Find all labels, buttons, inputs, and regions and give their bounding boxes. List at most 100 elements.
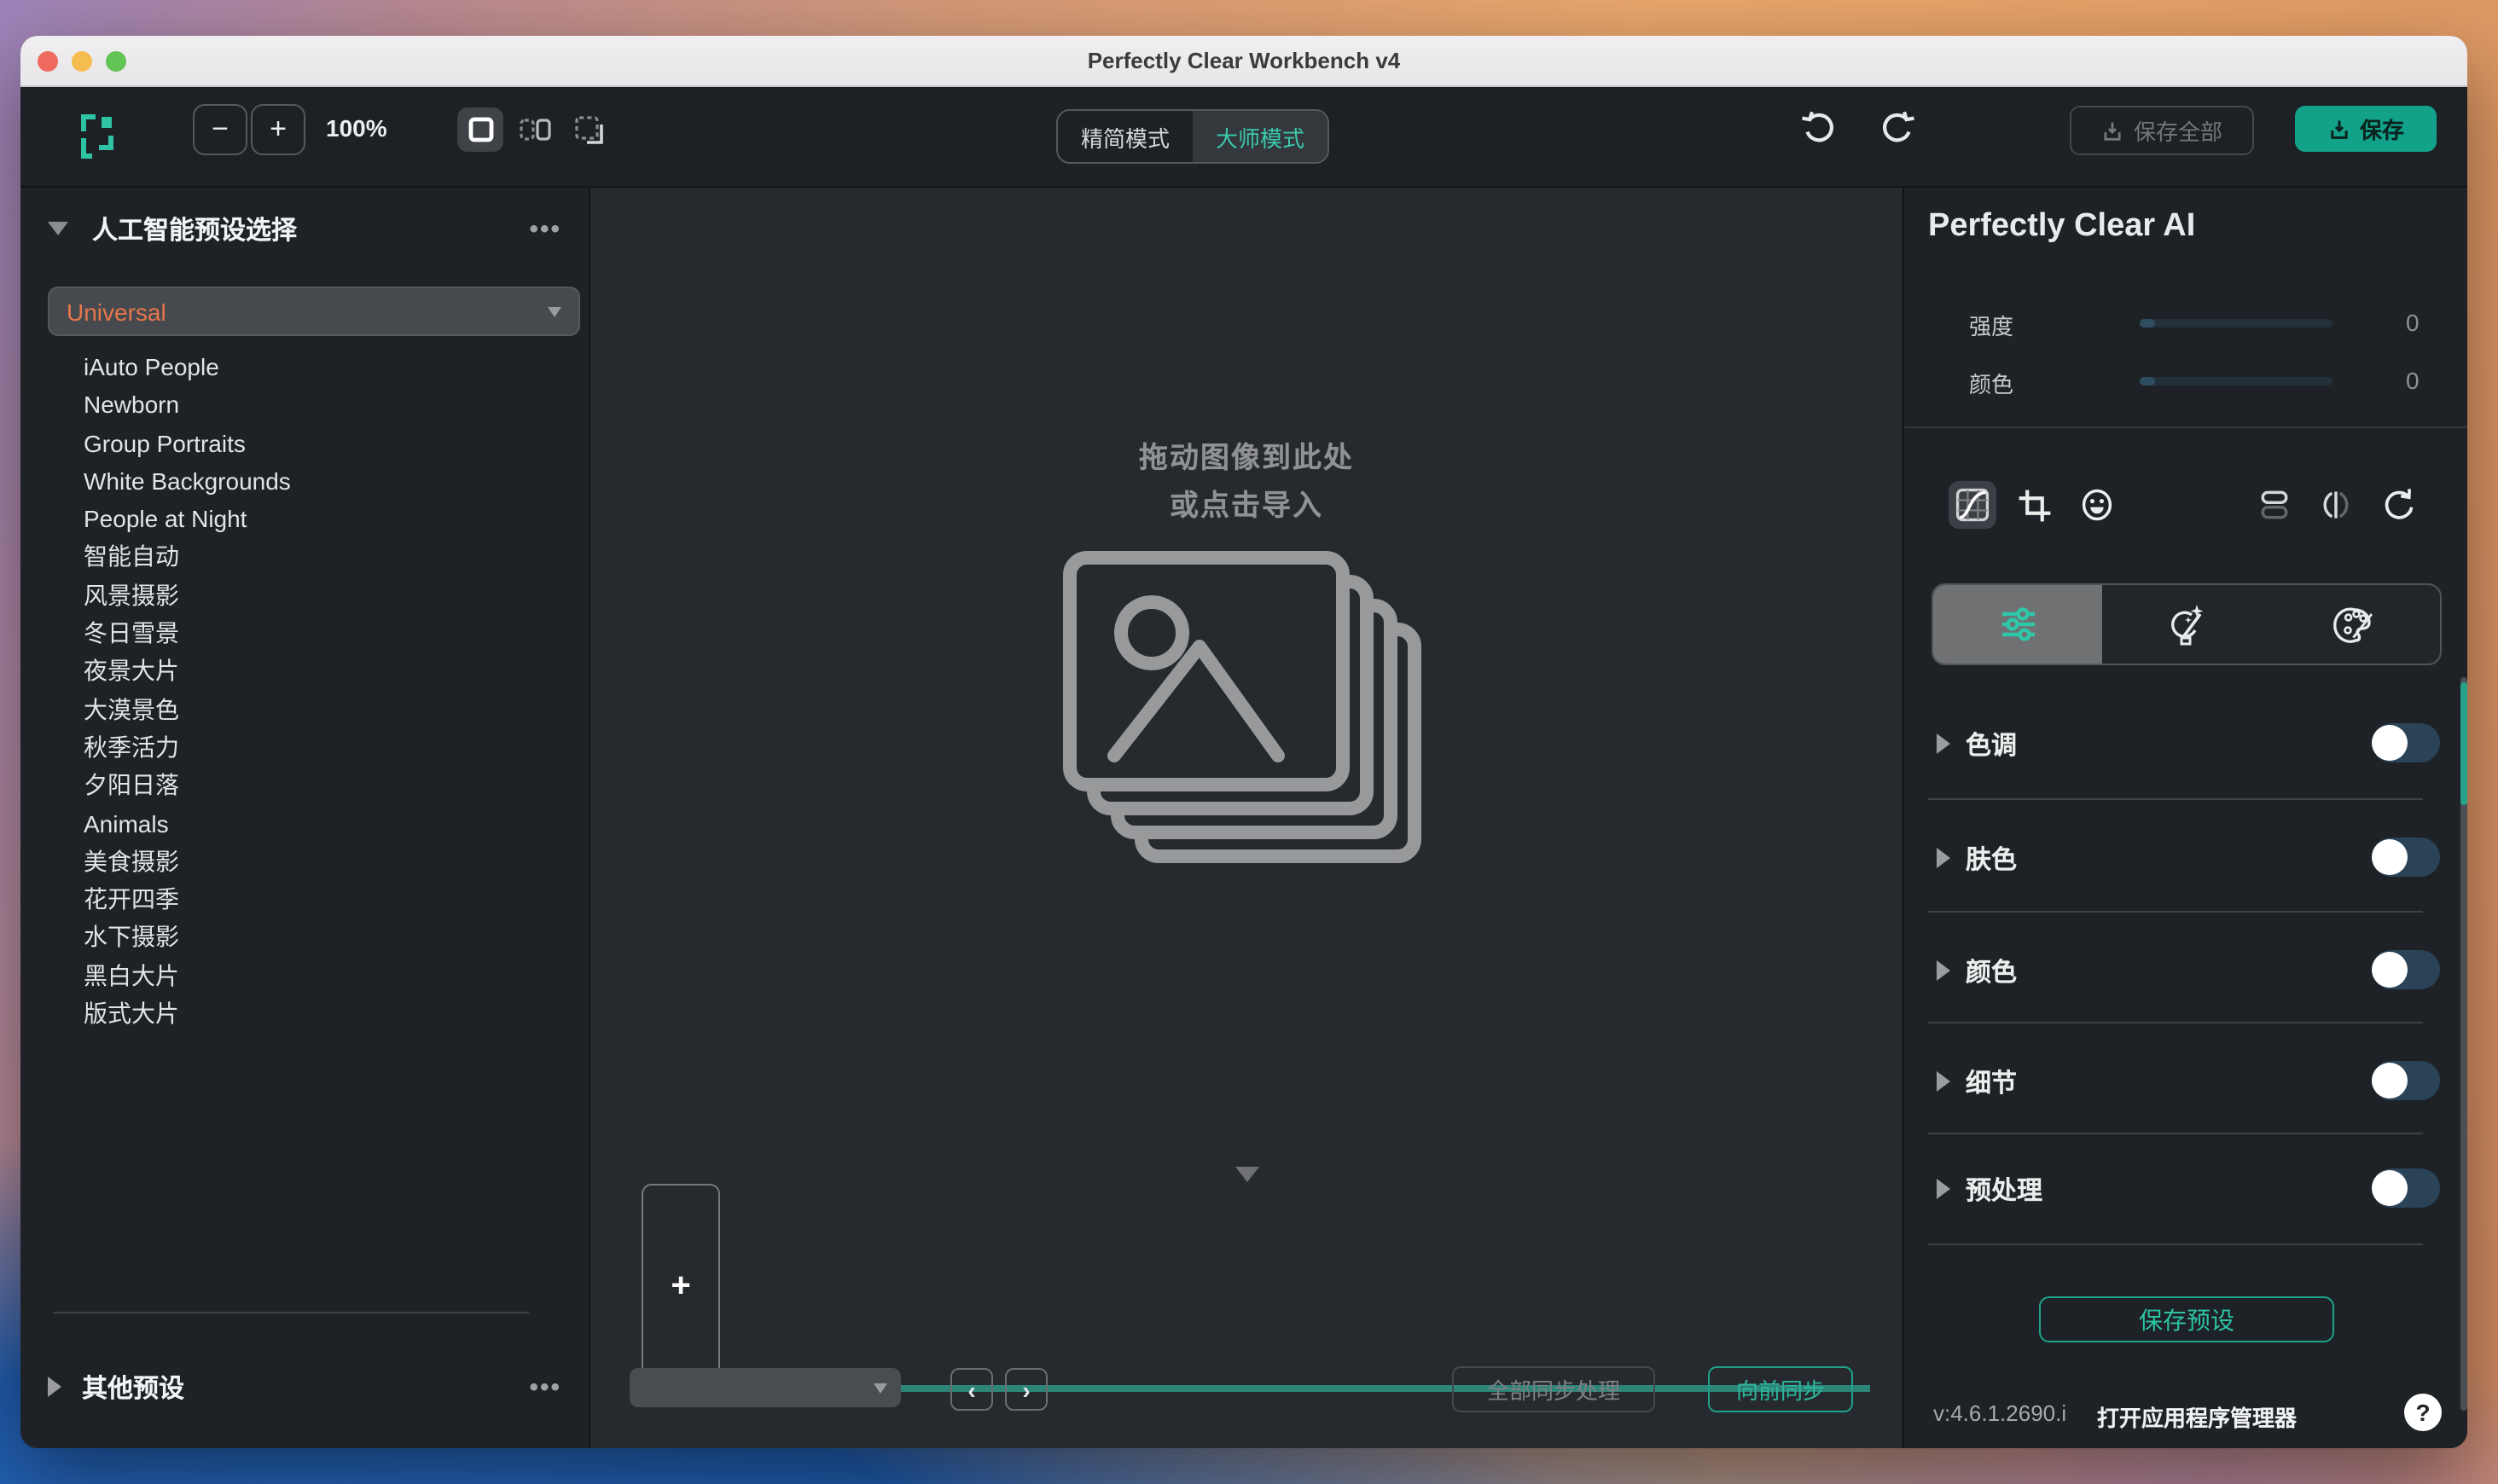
preset-item[interactable]: Group Portraits <box>20 424 589 462</box>
image-canvas-dropzone[interactable]: 拖动图像到此处 或点击导入 + ‹ › 全部同步处理 向前同步 <box>590 188 1903 1448</box>
view-split-button[interactable] <box>512 107 558 152</box>
section-toggle[interactable] <box>2372 723 2440 762</box>
next-image-button[interactable]: › <box>1005 1368 1048 1411</box>
section-preprocess[interactable]: 预处理 <box>1904 1168 2467 1209</box>
section-label: 颜色 <box>1966 959 2018 988</box>
filmstrip-collapse-icon[interactable] <box>1234 1167 1258 1182</box>
redo-button[interactable] <box>1879 109 1916 147</box>
curves-histogram-icon[interactable] <box>1949 481 1996 529</box>
toggle-knob <box>2372 839 2408 875</box>
expand-triangle-icon[interactable] <box>1937 960 1950 981</box>
save-preset-button[interactable]: 保存预设 <box>2039 1296 2334 1342</box>
drop-hint-line1: 拖动图像到此处 <box>1139 442 1354 474</box>
expand-triangle-icon[interactable] <box>1937 1179 1950 1199</box>
preset-item[interactable]: 风景摄影 <box>20 577 589 615</box>
section-label: 色调 <box>1966 732 2018 761</box>
section-detail[interactable]: 细节 <box>1904 1061 2467 1102</box>
ai-color-label: 颜色 <box>1968 372 2013 397</box>
help-button[interactable]: ? <box>2404 1394 2442 1431</box>
expand-triangle-icon[interactable] <box>1937 733 1950 754</box>
app-logo-icon <box>75 111 119 162</box>
drop-hint-line2: 或点击导入 <box>1170 490 1323 522</box>
preset-item[interactable]: 大漠景色 <box>20 690 589 728</box>
panel-scrollbar-thumb[interactable] <box>2460 682 2467 805</box>
titlebar: Perfectly Clear Workbench v4 <box>20 36 2467 87</box>
preset-item[interactable]: 秋季活力 <box>20 728 589 767</box>
zoom-out-button[interactable]: − <box>193 104 247 155</box>
expand-triangle-icon[interactable] <box>1937 848 1950 868</box>
preset-item[interactable]: 智能自动 <box>20 538 589 577</box>
preset-item[interactable]: 版式大片 <box>20 994 589 1033</box>
split-vertical-compare-icon[interactable] <box>2312 481 2360 529</box>
preset-item[interactable]: 冬日雪景 <box>20 614 589 652</box>
tab-manual-adjust[interactable] <box>1933 585 2102 664</box>
section-color[interactable]: 颜色 <box>1904 950 2467 991</box>
tab-color-palette[interactable] <box>2271 585 2440 664</box>
panel-scrollbar[interactable] <box>2460 677 2467 1411</box>
fullscreen-button[interactable] <box>106 50 126 71</box>
expand-triangle-icon[interactable] <box>1937 1071 1950 1092</box>
chevron-down-icon <box>874 1383 887 1393</box>
panel-title: Perfectly Clear AI <box>1928 208 2196 244</box>
mode-master-tab[interactable]: 大师模式 <box>1193 111 1327 162</box>
preset-item[interactable]: Animals <box>20 804 589 843</box>
view-compare-button[interactable] <box>566 107 613 152</box>
preset-item[interactable]: 黑白大片 <box>20 957 589 995</box>
rotate-reset-icon[interactable] <box>2375 481 2423 529</box>
sidebar-menu-dots[interactable]: ••• <box>529 214 561 243</box>
other-presets-row[interactable]: 其他预设 ••• <box>20 1366 589 1407</box>
add-image-tile[interactable]: + <box>642 1184 720 1388</box>
preset-item[interactable]: 夜景大片 <box>20 652 589 691</box>
open-app-manager-link[interactable]: 打开应用程序管理器 <box>2097 1400 2297 1433</box>
sync-all-button[interactable]: 全部同步处理 <box>1452 1366 1655 1412</box>
section-label: 预处理 <box>1966 1177 2043 1206</box>
section-divider <box>1928 911 2423 913</box>
sync-forward-button[interactable]: 向前同步 <box>1708 1366 1853 1412</box>
zoom-in-button[interactable]: + <box>251 104 305 155</box>
preset-item[interactable]: 夕阳日落 <box>20 767 589 805</box>
section-toggle[interactable] <box>2372 1061 2440 1100</box>
preset-item[interactable]: People at Night <box>20 500 589 538</box>
version-label: v:4.6.1.2690.i <box>1933 1400 2067 1426</box>
close-button[interactable] <box>38 50 58 71</box>
preset-item[interactable]: iAuto People <box>20 348 589 386</box>
mode-simple-tab[interactable]: 精简模式 <box>1058 111 1193 162</box>
view-single-button[interactable] <box>457 107 503 152</box>
section-skin[interactable]: 肤色 <box>1904 838 2467 878</box>
preset-item[interactable]: White Backgrounds <box>20 462 589 501</box>
split-horizontal-compare-icon[interactable] <box>2251 481 2298 529</box>
section-toggle[interactable] <box>2372 950 2440 989</box>
adjustment-tabs <box>1932 583 2442 665</box>
toolbar: − + 100% 精简模式 大师模式 保存全部 保存 <box>20 87 2467 188</box>
face-smiley-icon[interactable] <box>2073 481 2121 529</box>
toggle-knob <box>2372 725 2408 761</box>
undo-button[interactable] <box>1800 109 1838 147</box>
section-label: 细节 <box>1966 1070 2018 1099</box>
ai-color-slider-fill <box>2140 377 2155 385</box>
strength-slider[interactable] <box>2140 319 2332 327</box>
other-presets-menu-dots[interactable]: ••• <box>529 1372 561 1401</box>
section-toggle[interactable] <box>2372 838 2440 877</box>
preset-item[interactable]: 水下摄影 <box>20 919 589 957</box>
save-button[interactable]: 保存 <box>2295 106 2437 152</box>
minimize-button[interactable] <box>72 50 92 71</box>
expand-triangle-icon[interactable] <box>48 1377 61 1397</box>
save-all-button[interactable]: 保存全部 <box>2070 106 2254 155</box>
ai-color-value: 0 <box>2406 367 2420 394</box>
section-toggle[interactable] <box>2372 1168 2440 1208</box>
collapse-triangle-icon[interactable] <box>48 222 68 235</box>
section-label: 肤色 <box>1966 846 2018 875</box>
preset-item[interactable]: Newborn <box>20 386 589 425</box>
preset-group-value: Universal <box>67 298 166 325</box>
preset-item[interactable]: 美食摄影 <box>20 843 589 881</box>
adjustments-panel: Perfectly Clear AI 强度 0 颜色 0 色调 肤色 颜色 细节… <box>1903 188 2467 1448</box>
prev-image-button[interactable]: ‹ <box>950 1368 993 1411</box>
preset-group-dropdown[interactable]: Universal <box>48 287 580 336</box>
ai-color-slider[interactable] <box>2140 377 2332 385</box>
strength-value: 0 <box>2406 309 2420 336</box>
section-tone[interactable]: 色调 <box>1904 723 2467 764</box>
preset-item[interactable]: 花开四季 <box>20 880 589 919</box>
filmstrip-dropdown[interactable] <box>630 1368 901 1407</box>
crop-icon[interactable] <box>2010 481 2058 529</box>
tab-ai-beautify[interactable] <box>2102 585 2271 664</box>
